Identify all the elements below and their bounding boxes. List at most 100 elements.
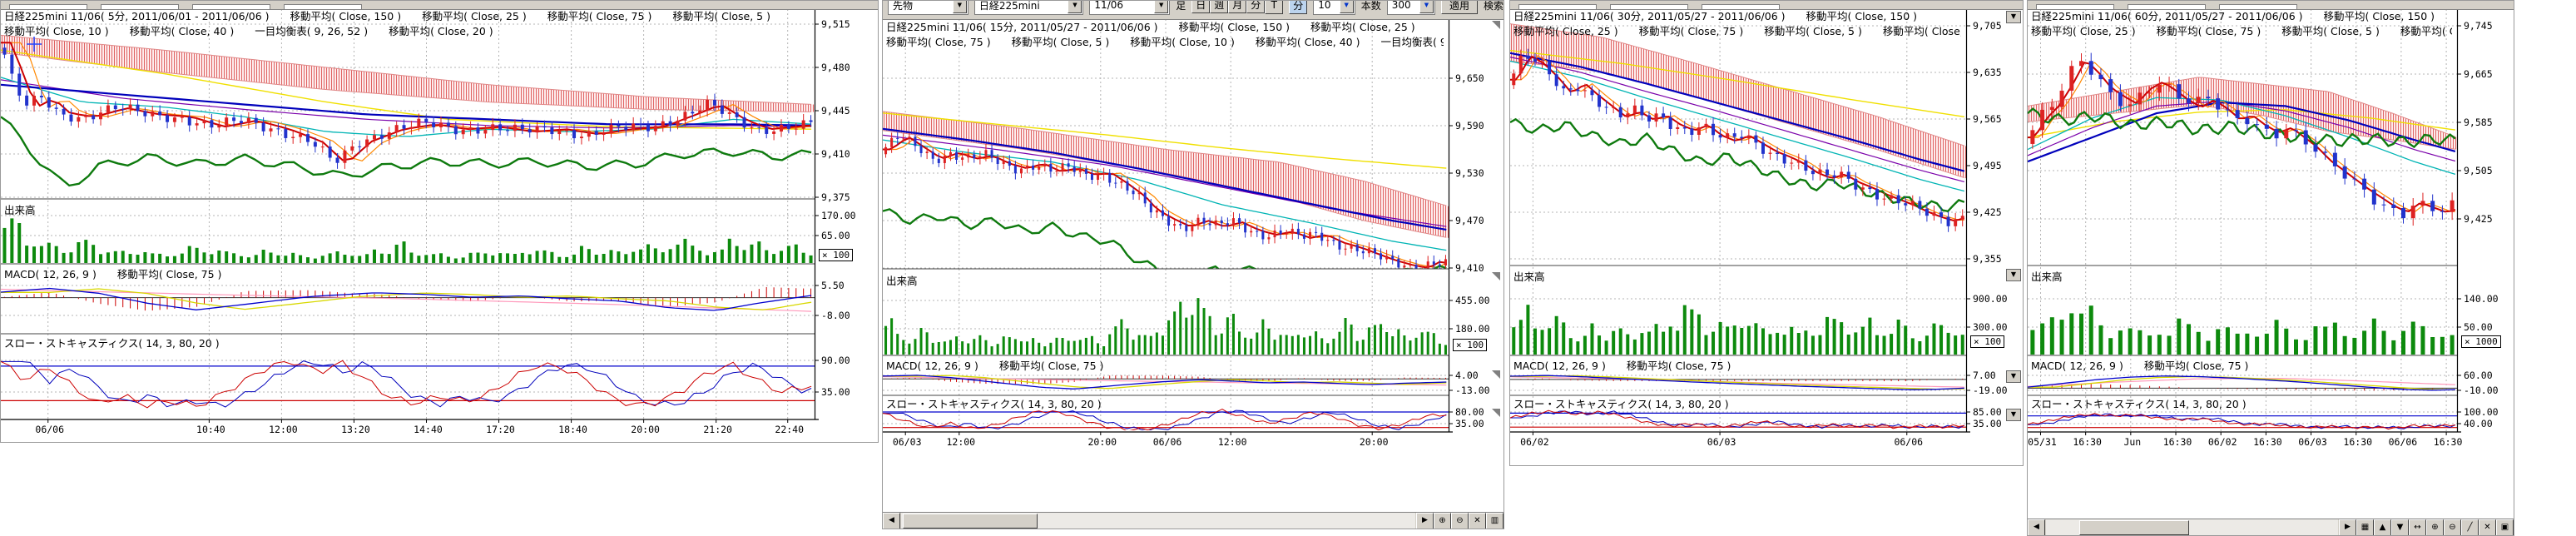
period-minute-button[interactable]: 分 (1289, 1, 1307, 14)
grid-icon[interactable]: ▦ (2356, 519, 2374, 536)
price-axis-label: 9,355 (1973, 253, 2002, 265)
pane-menu-button[interactable]: ▼ (2006, 11, 2021, 23)
volume-axis-label: 140.00 (2464, 293, 2499, 305)
scrollbar-track[interactable] (2046, 519, 2338, 536)
market-select[interactable]: 先物 ▼ (888, 1, 968, 15)
period-button-週[interactable]: 週 (1210, 1, 1228, 13)
zoom-in-icon[interactable]: ⊕ (1434, 513, 1451, 529)
chevron-down-icon[interactable]: ▼ (1419, 1, 1434, 13)
scrollbar-thumb[interactable] (903, 514, 1038, 529)
close-icon[interactable]: ✕ (2479, 519, 2496, 536)
close-icon[interactable]: ✕ (1469, 513, 1486, 529)
price-axis-label: 9,480 (821, 62, 850, 73)
chart-canvas[interactable] (1, 1, 879, 443)
period-button-T[interactable]: T (1265, 1, 1283, 14)
macd-pane-label: MACD( 12, 26, 9 ) 移動平均( Close, 75 ) (886, 357, 1103, 373)
time-axis-label: 13:20 (337, 424, 374, 435)
scrollbar-track[interactable] (901, 513, 1415, 529)
time-axis-label: 20:00 (1084, 436, 1121, 448)
volume-pane[interactable] (2, 218, 812, 263)
zoom-out-icon[interactable]: ⊖ (2444, 519, 2461, 536)
contract-select-value: 11/06 (1094, 1, 1123, 11)
pane-menu-button[interactable]: ▼ (2006, 370, 2021, 383)
stoch-axis-label: 90.00 (821, 355, 850, 366)
volume-pane[interactable] (1512, 305, 1964, 355)
price-pane[interactable] (1, 35, 815, 186)
volume-axis-label: 455.00 (1455, 295, 1490, 306)
chart-window-15min: 先物 ▼ 日経225mini ▼ 11/06 ▼ 足 日週月分T 分 10 ▼ (882, 0, 1504, 529)
stoch-axis-label: 40.00 (2464, 418, 2493, 429)
volume-axis-label: 50.00 (2464, 321, 2493, 333)
period-value: 10 (1318, 1, 1330, 11)
volume-multiplier-badge: × 1000 (2461, 335, 2501, 348)
stochastics-pane[interactable] (1, 360, 815, 408)
stochastics-pane[interactable] (2028, 414, 2457, 429)
maximize-icon[interactable]: ▣ (2496, 519, 2514, 536)
apply-button[interactable]: 適用 (1441, 1, 1478, 14)
macd-pane[interactable] (2028, 376, 2457, 390)
stoch-axis-label: 80.00 (1455, 406, 1484, 418)
time-axis-label: 06/03 (889, 436, 925, 448)
time-axis-label: 06/06 (32, 424, 68, 435)
chevron-down-icon[interactable]: ▼ (1340, 1, 1354, 13)
horizontal-scrollbar[interactable]: ◀ ▶⊕⊖✕▥ (883, 512, 1503, 529)
chart-canvas[interactable] (883, 1, 1504, 529)
horizontal-scrollbar[interactable]: ◀ ▶▦▲▼↔⊕⊖╱✕▣ (2028, 519, 2514, 536)
down-icon[interactable]: ▼ (2391, 519, 2409, 536)
time-axis-label: 12:00 (1214, 436, 1251, 448)
pane-resize-handle-icon[interactable] (1492, 21, 1500, 29)
pane-resize-handle-icon[interactable] (1492, 370, 1500, 379)
scroll-right-button[interactable]: ▶ (1416, 513, 1434, 529)
up-icon[interactable]: ▲ (2374, 519, 2391, 536)
chart-title: 日経225mini 11/06( 5分, 2011/06/01 - 2011/0… (4, 10, 808, 23)
scrollbar-thumb[interactable] (2079, 520, 2189, 535)
chevron-down-icon[interactable]: ▼ (1154, 1, 1168, 13)
symbol-select[interactable]: 日経225mini ▼ (974, 1, 1084, 15)
fit-icon[interactable]: ↔ (2409, 519, 2426, 536)
period-button-分[interactable]: 分 (1246, 1, 1265, 13)
period-button-日[interactable]: 日 (1191, 1, 1210, 13)
period-button-月[interactable]: 月 (1228, 1, 1246, 13)
zoom-in-icon[interactable]: ⊕ (2426, 519, 2444, 536)
volume-pane-label: 出来高 (2031, 268, 2063, 284)
stochastics-pane[interactable] (1510, 410, 1966, 429)
price-axis-label: 9,470 (1455, 215, 1484, 226)
scroll-left-button[interactable]: ◀ (2028, 519, 2045, 536)
price-axis-label: 9,495 (1973, 160, 2002, 171)
macd-pane[interactable] (1, 287, 815, 311)
chevron-down-icon[interactable]: ▼ (1068, 1, 1082, 13)
chart-title: 日経225mini 11/06( 15分, 2011/05/27 - 2011/… (886, 21, 1444, 34)
chart-window-60min: 日経225mini 11/06( 60分, 2011/05/27 - 2011/… (2027, 0, 2514, 536)
contract-select[interactable]: 11/06 ▼ (1089, 1, 1170, 15)
scroll-right-button[interactable]: ▶ (2339, 519, 2356, 536)
volume-pane[interactable] (2030, 305, 2454, 355)
pane-resize-handle-icon[interactable] (1492, 272, 1500, 280)
macd-axis-label: -8.00 (821, 310, 850, 321)
price-pane[interactable] (2028, 53, 2457, 226)
trendline-icon[interactable]: ╱ (2461, 519, 2479, 536)
time-axis-label: Jun (2114, 436, 2151, 448)
chart-canvas[interactable] (2028, 1, 2514, 536)
time-axis-label: 16:30 (2159, 436, 2196, 448)
macd-pane-label: MACD( 12, 26, 9 ) 移動平均( Close, 75 ) (1513, 357, 1731, 373)
search-label[interactable]: 検索 (1484, 1, 1503, 12)
pane-menu-button[interactable]: ▼ (2006, 269, 2021, 281)
zoom-out-icon[interactable]: ⊖ (1451, 513, 1469, 529)
pane-menu-button[interactable]: ▼ (2006, 409, 2021, 421)
scroll-left-button[interactable]: ◀ (883, 513, 900, 529)
price-axis-label: 9,565 (1973, 113, 2002, 125)
price-pane[interactable] (1510, 24, 1966, 232)
period-value-select[interactable]: 10 ▼ (1313, 1, 1355, 15)
chevron-down-icon[interactable]: ▼ (953, 1, 967, 13)
toolbar-strip-cut (1, 1, 878, 10)
pane-resize-handle-icon[interactable] (1492, 409, 1500, 417)
stoch-axis-label: 35.00 (1455, 418, 1484, 429)
macd-pane[interactable] (1510, 375, 1966, 390)
bar-count-select[interactable]: 300 ▼ (1387, 1, 1435, 15)
time-axis-label: 14:40 (409, 424, 446, 435)
time-axis-label: 12:00 (943, 436, 979, 448)
price-axis-label: 9,515 (821, 18, 850, 30)
layout-icon[interactable]: ▥ (1486, 513, 1503, 529)
time-axis-label: 16:30 (2340, 436, 2376, 448)
time-axis-label: 06/02 (1516, 436, 1553, 448)
